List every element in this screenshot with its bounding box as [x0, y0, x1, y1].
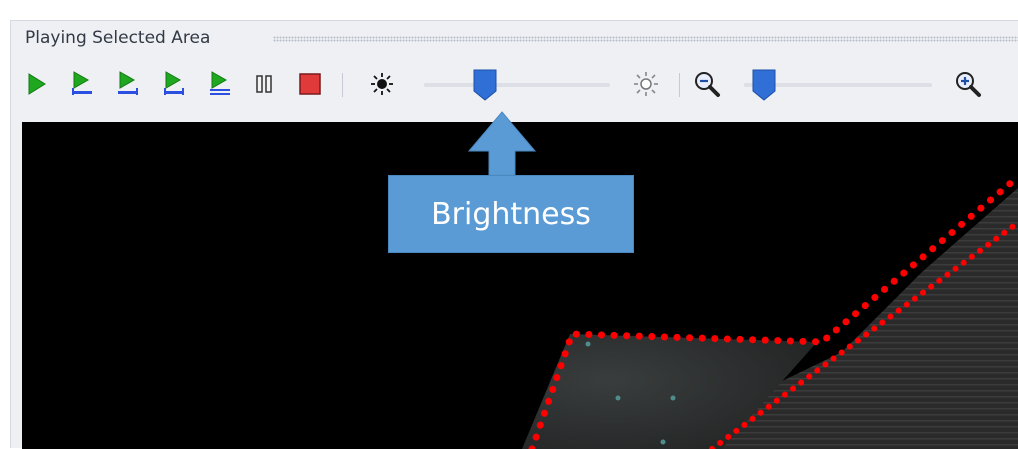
play-selection-loop-button[interactable] [158, 69, 188, 99]
toolbar-separator [679, 73, 680, 97]
zoom-slider-thumb[interactable] [752, 69, 776, 101]
callout-label: Brightness [431, 196, 591, 232]
play-selection-button[interactable] [66, 69, 96, 99]
play-selection-icon [72, 71, 92, 95]
stop-icon [299, 73, 321, 95]
callout-arrow [467, 111, 537, 177]
pause-button[interactable] [249, 69, 279, 99]
pause-icon [256, 75, 272, 93]
play-selection-loop-icon [164, 71, 184, 95]
zoom-in-icon [956, 72, 981, 97]
play-loop-icon [210, 71, 230, 95]
zoom-in-button[interactable] [953, 69, 983, 99]
play-button[interactable] [21, 69, 51, 99]
play-to-end-button[interactable] [112, 69, 142, 99]
brightness-slider[interactable] [424, 65, 610, 103]
zoom-slider[interactable] [744, 65, 932, 103]
app-frame: Playing Selected Area Brightness [0, 0, 1018, 449]
brightness-high-icon [631, 69, 661, 99]
play-icon [28, 73, 46, 95]
brightness-callout: Brightness [388, 175, 634, 253]
stop-button[interactable] [295, 69, 325, 99]
zoom-out-icon [695, 72, 720, 97]
title-bar-grip [273, 36, 1018, 42]
play-loop-button[interactable] [204, 69, 234, 99]
panel-title-bar: Playing Selected Area [11, 21, 1018, 55]
panel-title: Playing Selected Area [25, 28, 211, 48]
play-to-end-icon [118, 71, 138, 95]
toolbar-separator [342, 73, 343, 97]
playback-toolbar [11, 65, 1018, 103]
brightness-slider-track [424, 83, 610, 87]
zoom-out-button[interactable] [692, 69, 722, 99]
brightness-slider-thumb[interactable] [473, 69, 497, 101]
sun-small-icon [371, 73, 393, 95]
brightness-low-icon [367, 69, 397, 99]
sun-outline-icon [634, 72, 658, 96]
